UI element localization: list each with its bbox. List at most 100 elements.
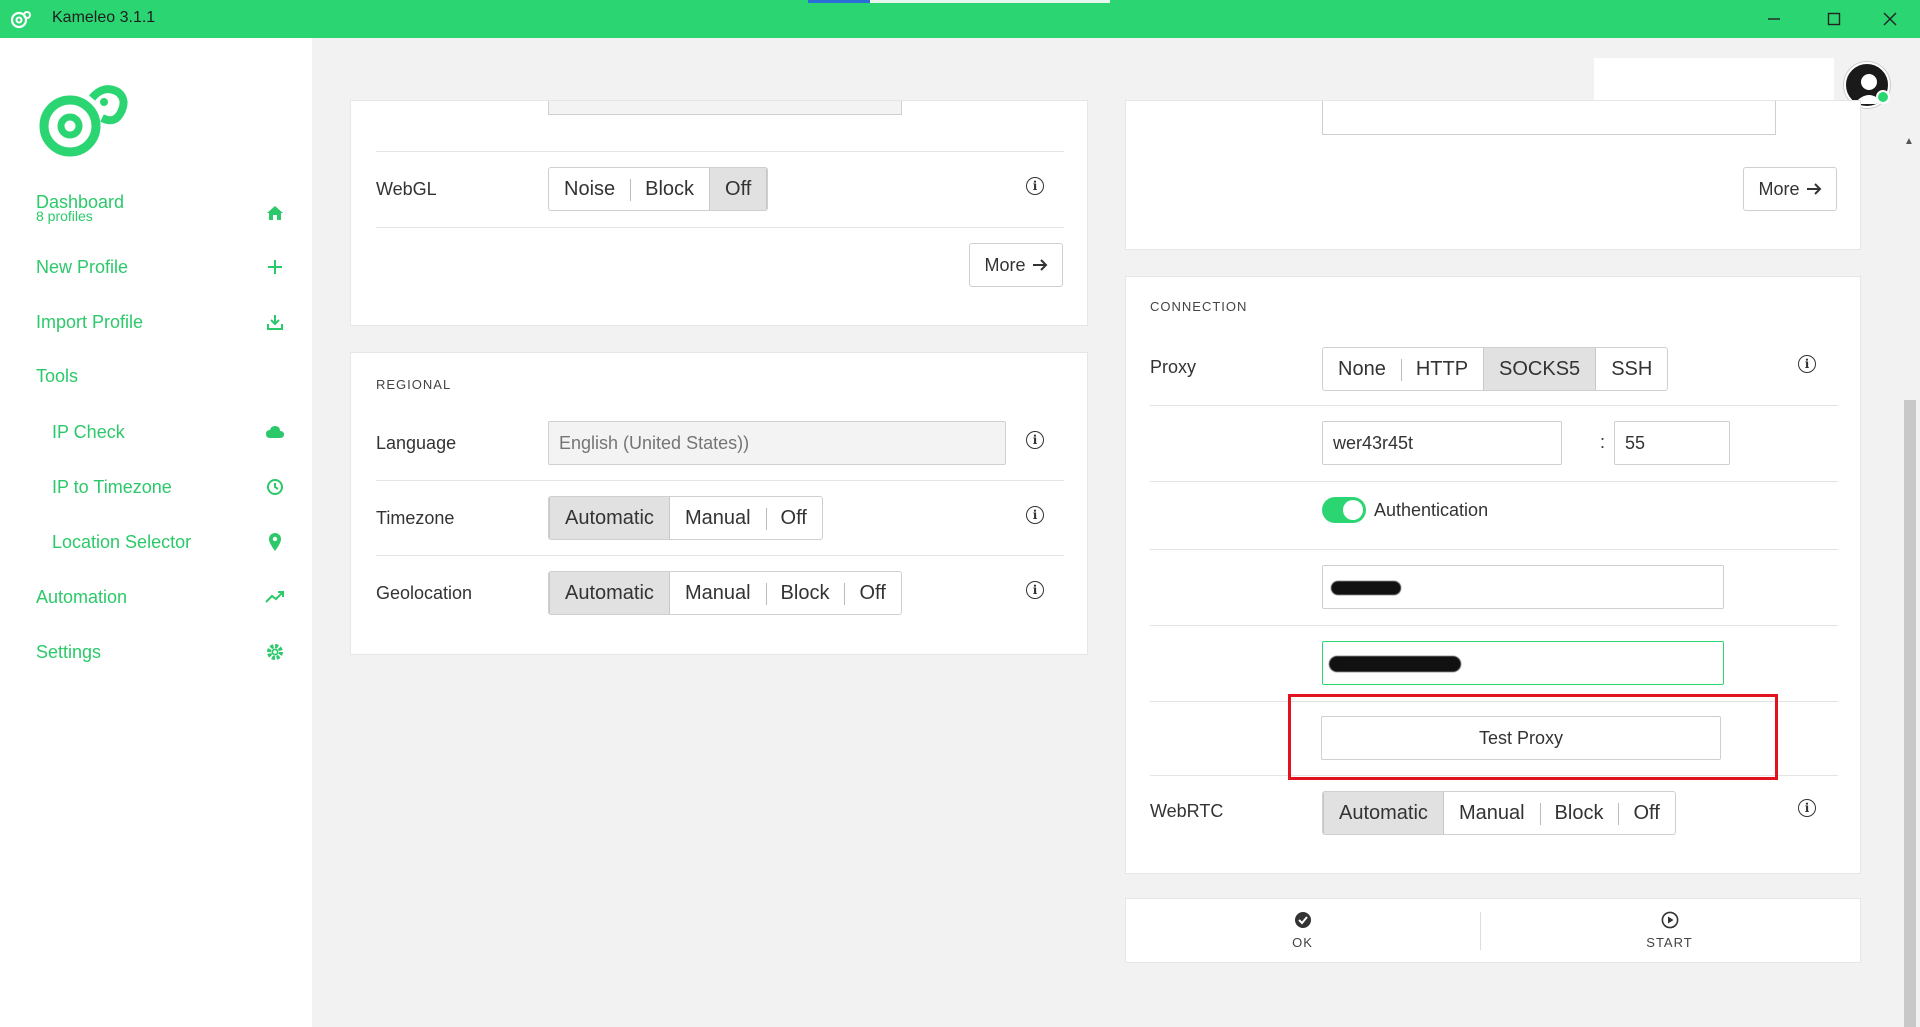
section-title-regional: REGIONAL bbox=[376, 377, 452, 392]
trending-icon bbox=[264, 586, 286, 608]
authentication-toggle[interactable] bbox=[1322, 497, 1366, 523]
geolocation-info-icon[interactable]: i bbox=[1026, 581, 1044, 599]
sidebar-item-import-profile[interactable]: Import Profile bbox=[36, 311, 286, 333]
scroll-thumb[interactable] bbox=[1904, 400, 1916, 1027]
browser-settings-card: WebGL Noise Block Off i More bbox=[350, 100, 1088, 326]
sidebar-item-label: Settings bbox=[36, 641, 102, 662]
timezone-option-automatic[interactable]: Automatic bbox=[549, 497, 670, 539]
webrtc-option-block[interactable]: Block bbox=[1539, 792, 1619, 834]
proxy-password-input[interactable] bbox=[1322, 641, 1724, 685]
gear-icon bbox=[264, 641, 286, 663]
webgl-option-off[interactable]: Off bbox=[709, 168, 768, 210]
clock-icon bbox=[264, 476, 286, 498]
timezone-label: Timezone bbox=[376, 508, 455, 528]
proxy-label: Proxy bbox=[1150, 357, 1197, 377]
divider bbox=[1150, 405, 1838, 406]
webrtc-option-manual[interactable]: Manual bbox=[1444, 792, 1540, 834]
close-button[interactable] bbox=[1868, 6, 1912, 32]
webrtc-options: Automatic Manual Block Off bbox=[1322, 791, 1676, 835]
geolocation-option-automatic[interactable]: Automatic bbox=[549, 572, 670, 614]
proxy-option-http[interactable]: HTTP bbox=[1400, 348, 1483, 390]
webrtc-info-icon[interactable]: i bbox=[1798, 799, 1816, 817]
timezone-option-manual[interactable]: Manual bbox=[670, 497, 766, 539]
webgl-option-noise[interactable]: Noise bbox=[549, 168, 630, 210]
redacted-username bbox=[1331, 581, 1401, 595]
home-icon bbox=[264, 202, 286, 224]
proxy-port-input[interactable] bbox=[1614, 421, 1730, 465]
geolocation-label: Geolocation bbox=[376, 583, 473, 603]
kameleo-app-icon bbox=[10, 11, 31, 29]
redacted-password bbox=[1329, 656, 1461, 672]
sidebar-item-label: Location Selector bbox=[52, 531, 192, 552]
sidebar-item-tools[interactable]: Tools bbox=[36, 366, 286, 387]
geolocation-option-off[interactable]: Off bbox=[844, 572, 900, 614]
toggle-knob bbox=[1343, 500, 1363, 520]
check-circle-icon bbox=[1294, 912, 1311, 928]
sidebar-item-location-selector[interactable]: Location Selector bbox=[52, 531, 286, 553]
hardware-settings-card: More bbox=[1125, 100, 1861, 250]
more-button[interactable]: More bbox=[1743, 167, 1837, 211]
sidebar-item-automation[interactable]: Automation bbox=[36, 586, 286, 608]
divider bbox=[1150, 625, 1838, 626]
divider bbox=[376, 227, 1064, 228]
connection-card: CONNECTION Proxy None HTTP SOCKS5 SSH i … bbox=[1125, 276, 1861, 874]
regional-card: REGIONAL Language i Timezone Automatic M… bbox=[350, 352, 1088, 655]
authentication-label: Authentication bbox=[1374, 500, 1489, 520]
sidebar-item-label: New Profile bbox=[36, 256, 129, 277]
clipped-field bbox=[1322, 101, 1776, 135]
geolocation-option-block[interactable]: Block bbox=[765, 572, 845, 614]
more-button-label: More bbox=[984, 254, 1026, 275]
action-divider bbox=[1480, 912, 1481, 950]
download-icon bbox=[264, 311, 286, 333]
scroll-up-arrow[interactable]: ▲ bbox=[1904, 136, 1914, 147]
clipped-field bbox=[548, 101, 902, 115]
language-info-icon[interactable]: i bbox=[1026, 431, 1044, 449]
sidebar-item-label: IP Check bbox=[52, 421, 125, 442]
ok-button[interactable]: OK bbox=[1230, 898, 1375, 963]
proxy-option-socks5[interactable]: SOCKS5 bbox=[1483, 348, 1597, 390]
proxy-option-none[interactable]: None bbox=[1323, 348, 1401, 390]
sidebar-item-label: Import Profile bbox=[36, 311, 144, 332]
proxy-info-icon[interactable]: i bbox=[1798, 355, 1816, 373]
language-label: Language bbox=[376, 433, 457, 453]
sidebar-item-label: Tools bbox=[36, 366, 79, 386]
timezone-options: Automatic Manual Off bbox=[548, 496, 823, 540]
webrtc-option-automatic[interactable]: Automatic bbox=[1323, 792, 1444, 834]
maximize-icon bbox=[1827, 12, 1841, 26]
timezone-option-off[interactable]: Off bbox=[765, 497, 822, 539]
sidebar-item-settings[interactable]: Settings bbox=[36, 641, 286, 663]
ok-button-label: OK bbox=[1292, 935, 1313, 950]
window-title: Kameleo 3.1.1 bbox=[52, 9, 156, 26]
map-pin-icon bbox=[264, 531, 286, 553]
sidebar: Dashboard 8 profiles New Profile Import … bbox=[0, 38, 312, 1027]
section-title-connection: CONNECTION bbox=[1150, 299, 1248, 314]
kameleo-logo bbox=[39, 85, 128, 157]
more-button[interactable]: More bbox=[969, 243, 1063, 287]
webgl-info-icon[interactable]: i bbox=[1026, 177, 1044, 195]
proxy-username-input[interactable] bbox=[1322, 565, 1724, 609]
title-bar-strip-accent bbox=[808, 0, 870, 3]
webgl-label: WebGL bbox=[376, 179, 437, 199]
title-bar: Kameleo 3.1.1 bbox=[0, 0, 1920, 38]
start-button[interactable]: START bbox=[1597, 898, 1742, 963]
sidebar-item-label: Automation bbox=[36, 586, 128, 607]
webrtc-option-off[interactable]: Off bbox=[1618, 792, 1674, 834]
maximize-button[interactable] bbox=[1812, 6, 1856, 32]
arrow-right-icon bbox=[1032, 259, 1047, 271]
geolocation-option-manual[interactable]: Manual bbox=[670, 572, 766, 614]
port-separator: : bbox=[1600, 432, 1606, 452]
proxy-host-input[interactable] bbox=[1322, 421, 1562, 465]
sidebar-item-new-profile[interactable]: New Profile bbox=[36, 256, 286, 278]
minimize-icon bbox=[1768, 18, 1780, 20]
divider bbox=[376, 555, 1064, 556]
sidebar-item-ip-check[interactable]: IP Check bbox=[52, 421, 286, 443]
timezone-info-icon[interactable]: i bbox=[1026, 506, 1044, 524]
webgl-option-block[interactable]: Block bbox=[630, 168, 709, 210]
proxy-option-ssh[interactable]: SSH bbox=[1596, 348, 1667, 390]
sidebar-item-ip-to-timezone[interactable]: IP to Timezone bbox=[52, 476, 286, 498]
webrtc-label: WebRTC bbox=[1150, 801, 1224, 821]
language-input[interactable] bbox=[548, 421, 1006, 465]
plus-icon bbox=[264, 256, 286, 278]
proxy-type-options: None HTTP SOCKS5 SSH bbox=[1322, 347, 1669, 391]
minimize-button[interactable] bbox=[1752, 6, 1796, 32]
